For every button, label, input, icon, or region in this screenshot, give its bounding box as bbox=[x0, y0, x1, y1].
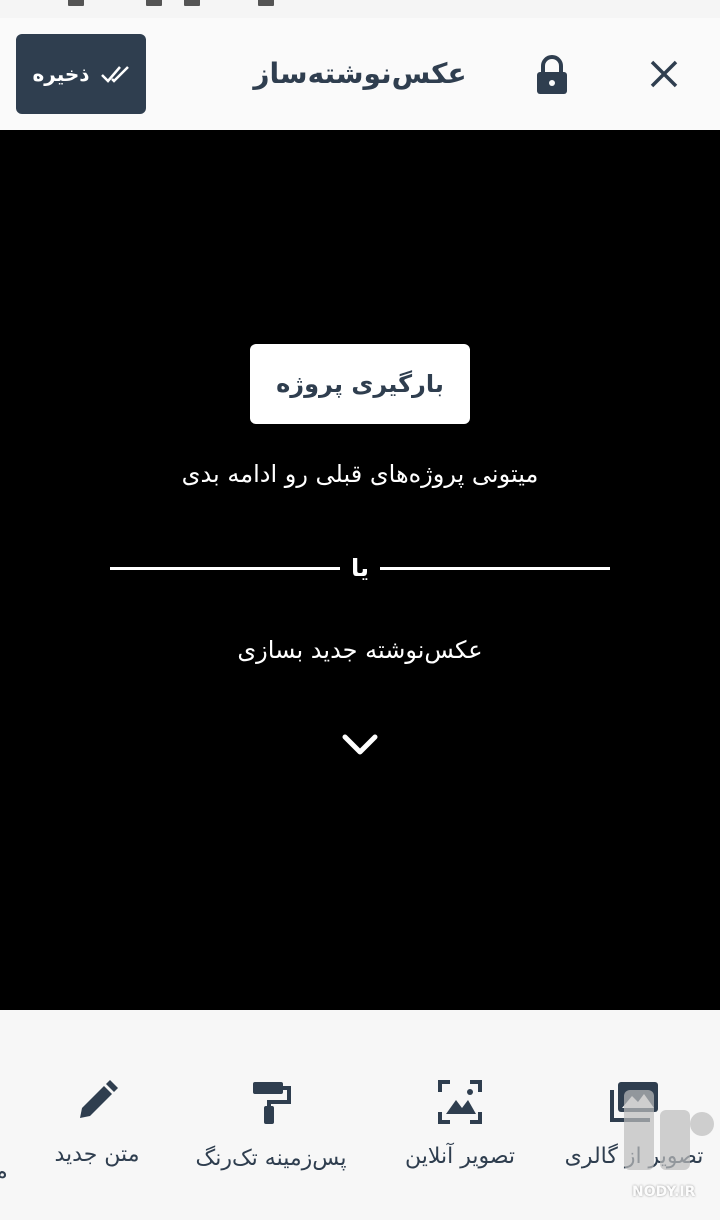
online-image-icon bbox=[438, 1080, 482, 1124]
tool-label: تصویر آنلاین bbox=[404, 1144, 516, 1169]
or-text: یا bbox=[350, 554, 370, 582]
or-divider: یا bbox=[110, 546, 610, 590]
status-bar bbox=[0, 0, 720, 18]
watermark-icon bbox=[624, 1090, 714, 1170]
paint-roller-icon bbox=[253, 1082, 291, 1124]
watermark-logo: NODY.IR bbox=[620, 1080, 720, 1220]
app-header: ذخیره عکس‌نوشته‌ساز bbox=[0, 18, 720, 130]
divider-line bbox=[380, 566, 610, 570]
watermark-text: NODY.IR bbox=[632, 1184, 696, 1200]
chevron-down-icon[interactable] bbox=[340, 730, 380, 760]
save-label: ذخیره bbox=[32, 62, 90, 86]
tool-overflow-partial: م bbox=[0, 1160, 8, 1185]
page-title: عکس‌نوشته‌ساز bbox=[253, 57, 467, 90]
divider-line bbox=[110, 566, 340, 570]
status-icon bbox=[68, 0, 84, 6]
bottom-toolbar: تصویر از گالری تصویر آنلاین پس‌زمینه تک‌… bbox=[0, 1010, 720, 1220]
new-image-text: عکس‌نوشته جدید بسازی bbox=[237, 636, 483, 664]
status-icon bbox=[146, 0, 162, 6]
lock-icon[interactable] bbox=[533, 54, 571, 96]
close-icon[interactable] bbox=[646, 56, 682, 92]
pencil-icon bbox=[80, 1080, 118, 1118]
continue-projects-text: میتونی پروژه‌های قبلی رو ادامه بدی bbox=[181, 460, 539, 488]
tool-solid-background[interactable]: پس‌زمینه تک‌رنگ bbox=[178, 1080, 364, 1200]
tool-label: پس‌زمینه تک‌رنگ bbox=[195, 1146, 347, 1171]
tool-new-text[interactable]: متن جدید bbox=[40, 1080, 154, 1200]
status-icon bbox=[258, 0, 274, 6]
tool-label: متن جدید bbox=[54, 1142, 140, 1167]
double-check-icon bbox=[100, 66, 129, 83]
load-project-button[interactable]: بارگیری پروژه bbox=[250, 344, 470, 424]
tool-online-image[interactable]: تصویر آنلاین bbox=[386, 1080, 534, 1200]
status-icon bbox=[184, 0, 200, 6]
save-button[interactable]: ذخیره bbox=[16, 34, 146, 114]
